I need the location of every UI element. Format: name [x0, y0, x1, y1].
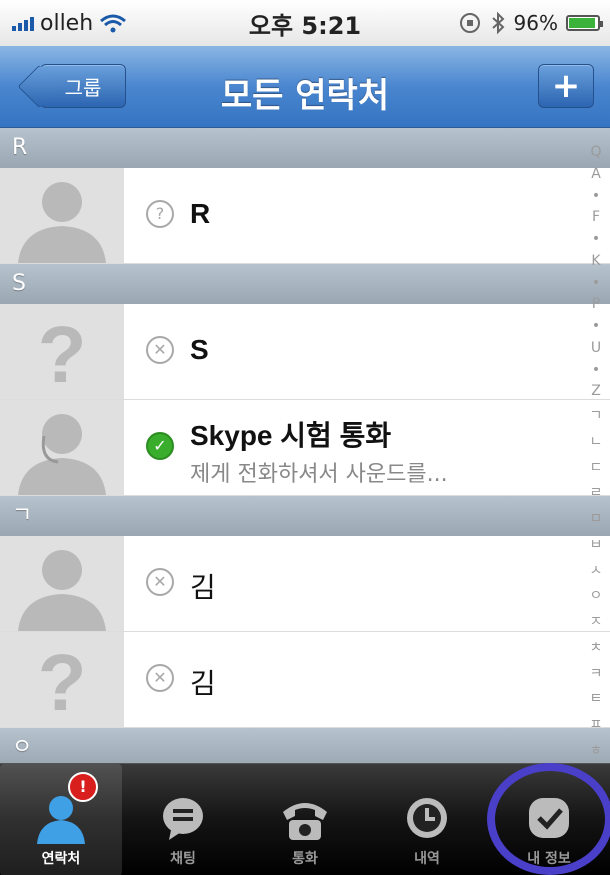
status-left: olleh: [12, 11, 127, 36]
contact-name: R: [190, 198, 211, 229]
unknown-status-icon: ?: [146, 200, 174, 228]
offline-status-icon: ✕: [146, 336, 174, 364]
index-letter[interactable]: ㄹ: [590, 482, 603, 502]
tab-bar: ! 연락처 채팅 통화 내역 내 정보: [0, 763, 610, 875]
lock-rotation-icon: [459, 13, 480, 33]
tab-label: 연락처: [41, 851, 81, 867]
index-letter[interactable]: •: [592, 188, 600, 204]
contact-row[interactable]: ? ✕ S: [0, 304, 610, 400]
index-letter[interactable]: ㅌ: [590, 688, 603, 708]
section-header-s: S: [0, 264, 610, 304]
wifi-icon: [100, 14, 127, 33]
svg-text:?: ?: [38, 310, 87, 399]
my-info-check-icon: [521, 792, 577, 844]
index-letter[interactable]: F: [592, 209, 600, 225]
tab-my-info[interactable]: 내 정보: [488, 764, 610, 875]
index-letter[interactable]: P: [592, 296, 600, 312]
alphabet-index-scrubber[interactable]: Q A • F • K • P • U • Z ㄱㄴㄷㄹㅁㅂㅅㅇㅈㅊㅋㅌㅍㅎ: [582, 142, 610, 762]
question-mark-avatar-icon: ?: [38, 638, 87, 727]
index-letter[interactable]: •: [592, 318, 600, 334]
avatar: ?: [0, 632, 124, 727]
carrier-label: olleh: [40, 10, 94, 36]
contact-name: Skype 시험 통화: [190, 420, 392, 451]
contact-name: S: [190, 334, 209, 365]
online-check-icon: ✓: [146, 432, 174, 460]
bluetooth-icon: [491, 11, 504, 35]
offline-status-icon: ✕: [146, 664, 174, 692]
tab-calls[interactable]: 통화: [244, 764, 366, 875]
battery-icon: [566, 15, 603, 31]
navigation-bar: 그룹 모든 연락처 +: [0, 46, 610, 128]
index-letter[interactable]: ㅈ: [590, 611, 603, 631]
contact-list[interactable]: R ? R S ? ✕ S ✓ Skype 시험 통화 제게 전화하셔서 사운드…: [0, 128, 610, 763]
index-letter[interactable]: Z: [591, 383, 601, 399]
index-letter[interactable]: K: [591, 253, 600, 269]
index-letter[interactable]: ㅁ: [590, 508, 603, 528]
index-letter[interactable]: ㅇ: [590, 585, 603, 605]
notification-badge: !: [68, 772, 98, 802]
tab-label: 내역: [414, 851, 440, 867]
phone-icon: [277, 792, 333, 844]
status-right: 96%: [458, 11, 603, 35]
contact-name: 김: [190, 572, 216, 603]
index-letter[interactable]: •: [592, 231, 600, 247]
question-mark-avatar-icon: ?: [38, 310, 87, 399]
avatar: [0, 536, 124, 631]
tab-label: 채팅: [170, 851, 196, 867]
avatar: ?: [0, 304, 124, 399]
section-header-ieung: ㅇ: [0, 728, 610, 763]
section-header-giyeok: ㄱ: [0, 496, 610, 536]
tab-label: 통화: [292, 851, 318, 867]
index-letter[interactable]: ㄴ: [590, 431, 603, 451]
tab-history[interactable]: 내역: [366, 764, 488, 875]
index-letter[interactable]: •: [592, 362, 600, 378]
index-letter[interactable]: ㅂ: [590, 534, 603, 554]
index-letter[interactable]: ㄷ: [590, 457, 603, 477]
section-header-r: R: [0, 128, 610, 168]
svg-text:?: ?: [38, 638, 87, 727]
signal-icon: [12, 15, 34, 31]
index-letter[interactable]: Q: [590, 144, 601, 160]
tab-contacts[interactable]: ! 연락처: [0, 764, 122, 875]
index-letter[interactable]: ㅍ: [590, 714, 603, 734]
history-clock-icon: [399, 792, 455, 844]
person-silhouette-icon: [18, 182, 106, 263]
contact-mood-text: 제게 전화하셔서 사운드를...: [190, 462, 448, 487]
avatar: [0, 168, 124, 263]
chat-icon: [155, 792, 211, 844]
status-bar: olleh 오후 5:21 96%: [0, 0, 610, 46]
contact-row[interactable]: ? ✕ 김: [0, 632, 610, 728]
index-letter[interactable]: U: [591, 340, 601, 356]
headset-person-icon: [18, 414, 106, 495]
groups-back-label: 그룹: [64, 75, 102, 100]
add-contact-button[interactable]: +: [538, 64, 594, 108]
contact-row[interactable]: ✓ Skype 시험 통화 제게 전화하셔서 사운드를...: [0, 400, 610, 496]
index-letter[interactable]: A: [591, 166, 601, 182]
index-letter[interactable]: ㄱ: [590, 405, 603, 425]
avatar: [0, 400, 124, 495]
contact-row[interactable]: ? R: [0, 168, 610, 264]
tab-label: 내 정보: [527, 851, 571, 867]
battery-percent: 96%: [513, 11, 558, 35]
index-letter[interactable]: ㅎ: [590, 740, 603, 760]
index-letter[interactable]: ㅅ: [590, 560, 603, 580]
contact-row[interactable]: ✕ 김: [0, 536, 610, 632]
index-letter[interactable]: ㅋ: [590, 663, 603, 683]
offline-status-icon: ✕: [146, 568, 174, 596]
person-silhouette-icon: [18, 550, 106, 631]
index-letter[interactable]: ㅊ: [590, 637, 603, 657]
contact-name: 김: [190, 668, 216, 699]
tab-chat[interactable]: 채팅: [122, 764, 244, 875]
index-letter[interactable]: •: [592, 275, 600, 291]
